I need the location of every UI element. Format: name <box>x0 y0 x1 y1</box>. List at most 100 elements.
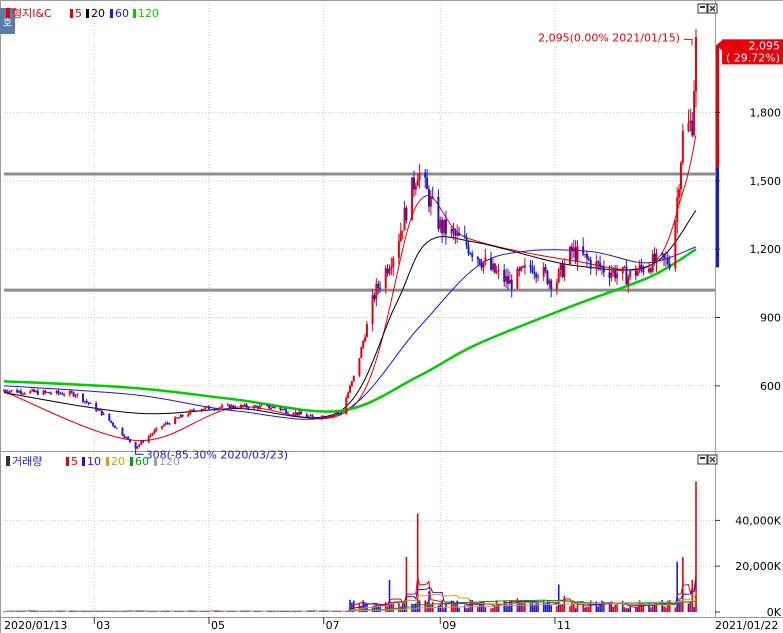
volume-bar <box>533 604 536 612</box>
vol-y-tick-label: 0K <box>767 606 782 619</box>
y-tick-label: 1,500 <box>750 175 782 188</box>
volume-bar <box>373 605 376 612</box>
volume-bar <box>398 602 400 612</box>
current-price-change: ( 29.72%) <box>726 51 780 64</box>
volume-bar <box>574 608 577 612</box>
volume-bar <box>588 606 590 612</box>
candle <box>557 267 560 284</box>
legend-swatch-ma120 <box>133 9 136 18</box>
candle <box>493 263 496 274</box>
volume-bar <box>405 557 408 612</box>
volume-bar <box>484 607 487 612</box>
x-tick-label: 07 <box>326 619 340 632</box>
volume-bar <box>572 604 575 612</box>
volume-bar <box>614 604 616 612</box>
volume-bar <box>388 579 391 612</box>
legend-swatch-ma60 <box>110 9 113 18</box>
candle <box>674 219 677 272</box>
candle <box>345 395 348 415</box>
volume-bar <box>411 603 413 612</box>
volume-bar <box>586 607 588 612</box>
volume-bar <box>546 601 549 612</box>
x-tick-label: 11 <box>557 619 571 632</box>
volume-bar <box>636 607 639 612</box>
legend-vol120: 120 <box>159 455 180 468</box>
volume-bar <box>465 608 468 612</box>
volume-bar <box>589 600 592 612</box>
y-tick-label: 1,800 <box>750 107 782 120</box>
legend-vol10: 10 <box>87 455 101 468</box>
volume-bar <box>582 604 584 612</box>
legend-swatch-ma5 <box>70 9 73 18</box>
volume-close-button[interactable] <box>707 454 718 465</box>
legend-ma60: 60 <box>115 7 129 20</box>
volume-bar <box>663 606 665 612</box>
legend-swatch-vol60 <box>130 457 133 466</box>
volume-bar <box>437 605 440 612</box>
volume-bar <box>559 604 562 612</box>
volume-bar <box>390 603 393 612</box>
vol-y-tick-label: 40,000K <box>735 514 781 527</box>
high-annotation: 2,095(0.00% 2021/01/15) <box>538 31 680 44</box>
volume-bar <box>467 607 470 612</box>
maximize-icon <box>700 457 705 459</box>
volume-title: 거래량 <box>12 455 42 468</box>
volume-bar <box>424 600 427 612</box>
price-close-button[interactable] <box>707 3 718 14</box>
volume-bar <box>665 607 667 612</box>
volume-bar <box>463 605 466 612</box>
volume-bar <box>550 605 553 612</box>
y-tick-label: 600 <box>760 380 781 393</box>
legend-ma20: 20 <box>91 7 105 20</box>
volume-bar <box>623 607 626 612</box>
volume-bar <box>123 611 126 613</box>
volume-bar <box>584 607 586 612</box>
legend-swatch-vol120 <box>154 457 157 466</box>
candle <box>360 346 363 359</box>
x-tick-label: 05 <box>211 619 225 632</box>
price-maximize-button[interactable] <box>697 3 708 14</box>
volume-bar <box>443 608 445 612</box>
legend-vol60: 60 <box>135 455 149 468</box>
candle <box>108 413 111 422</box>
candle <box>546 270 549 286</box>
volume-bar <box>556 606 558 612</box>
volume-bar <box>174 611 176 613</box>
x-tick-label: 09 <box>442 619 456 632</box>
volume-bar <box>689 601 692 612</box>
volume-bar <box>415 603 417 612</box>
volume-maximize-button[interactable] <box>697 454 708 465</box>
volume-bar <box>676 561 678 612</box>
volume-bar <box>682 557 684 612</box>
title-marker <box>6 8 10 18</box>
volume-bar <box>439 603 442 612</box>
volume-bar <box>529 603 532 612</box>
x-tick-label: 2020/01/13 <box>4 619 67 632</box>
volume-bar <box>163 611 165 613</box>
volume-bar <box>557 584 560 612</box>
candle <box>358 358 361 378</box>
candle <box>95 401 98 413</box>
legend-swatch-vol20 <box>106 457 109 466</box>
legend-swatch-vol10 <box>82 457 85 466</box>
vol-y-tick-label: 20,000K <box>735 560 781 573</box>
volume-bar <box>413 604 415 612</box>
legend-ma120: 120 <box>138 7 159 20</box>
candle <box>411 177 414 221</box>
volume-bar <box>219 611 222 613</box>
volume-bar <box>627 608 630 612</box>
volume-bar <box>458 607 460 612</box>
legend-vol5: 5 <box>71 455 78 468</box>
legend-ma5: 5 <box>75 7 82 20</box>
volume-bar <box>693 606 695 612</box>
volume-bar <box>650 607 652 612</box>
candle <box>516 266 519 290</box>
volume-bar <box>311 611 314 613</box>
volume-bar <box>392 603 395 612</box>
stock-chart: 호 2,095(0.00% 2021/01/15)308(-85.30% 202… <box>0 0 783 633</box>
volume-bar <box>569 606 571 612</box>
maximize-icon <box>700 6 705 8</box>
volume-bar <box>426 601 428 612</box>
candle <box>202 408 205 410</box>
legend-swatch-ma20 <box>86 9 89 18</box>
